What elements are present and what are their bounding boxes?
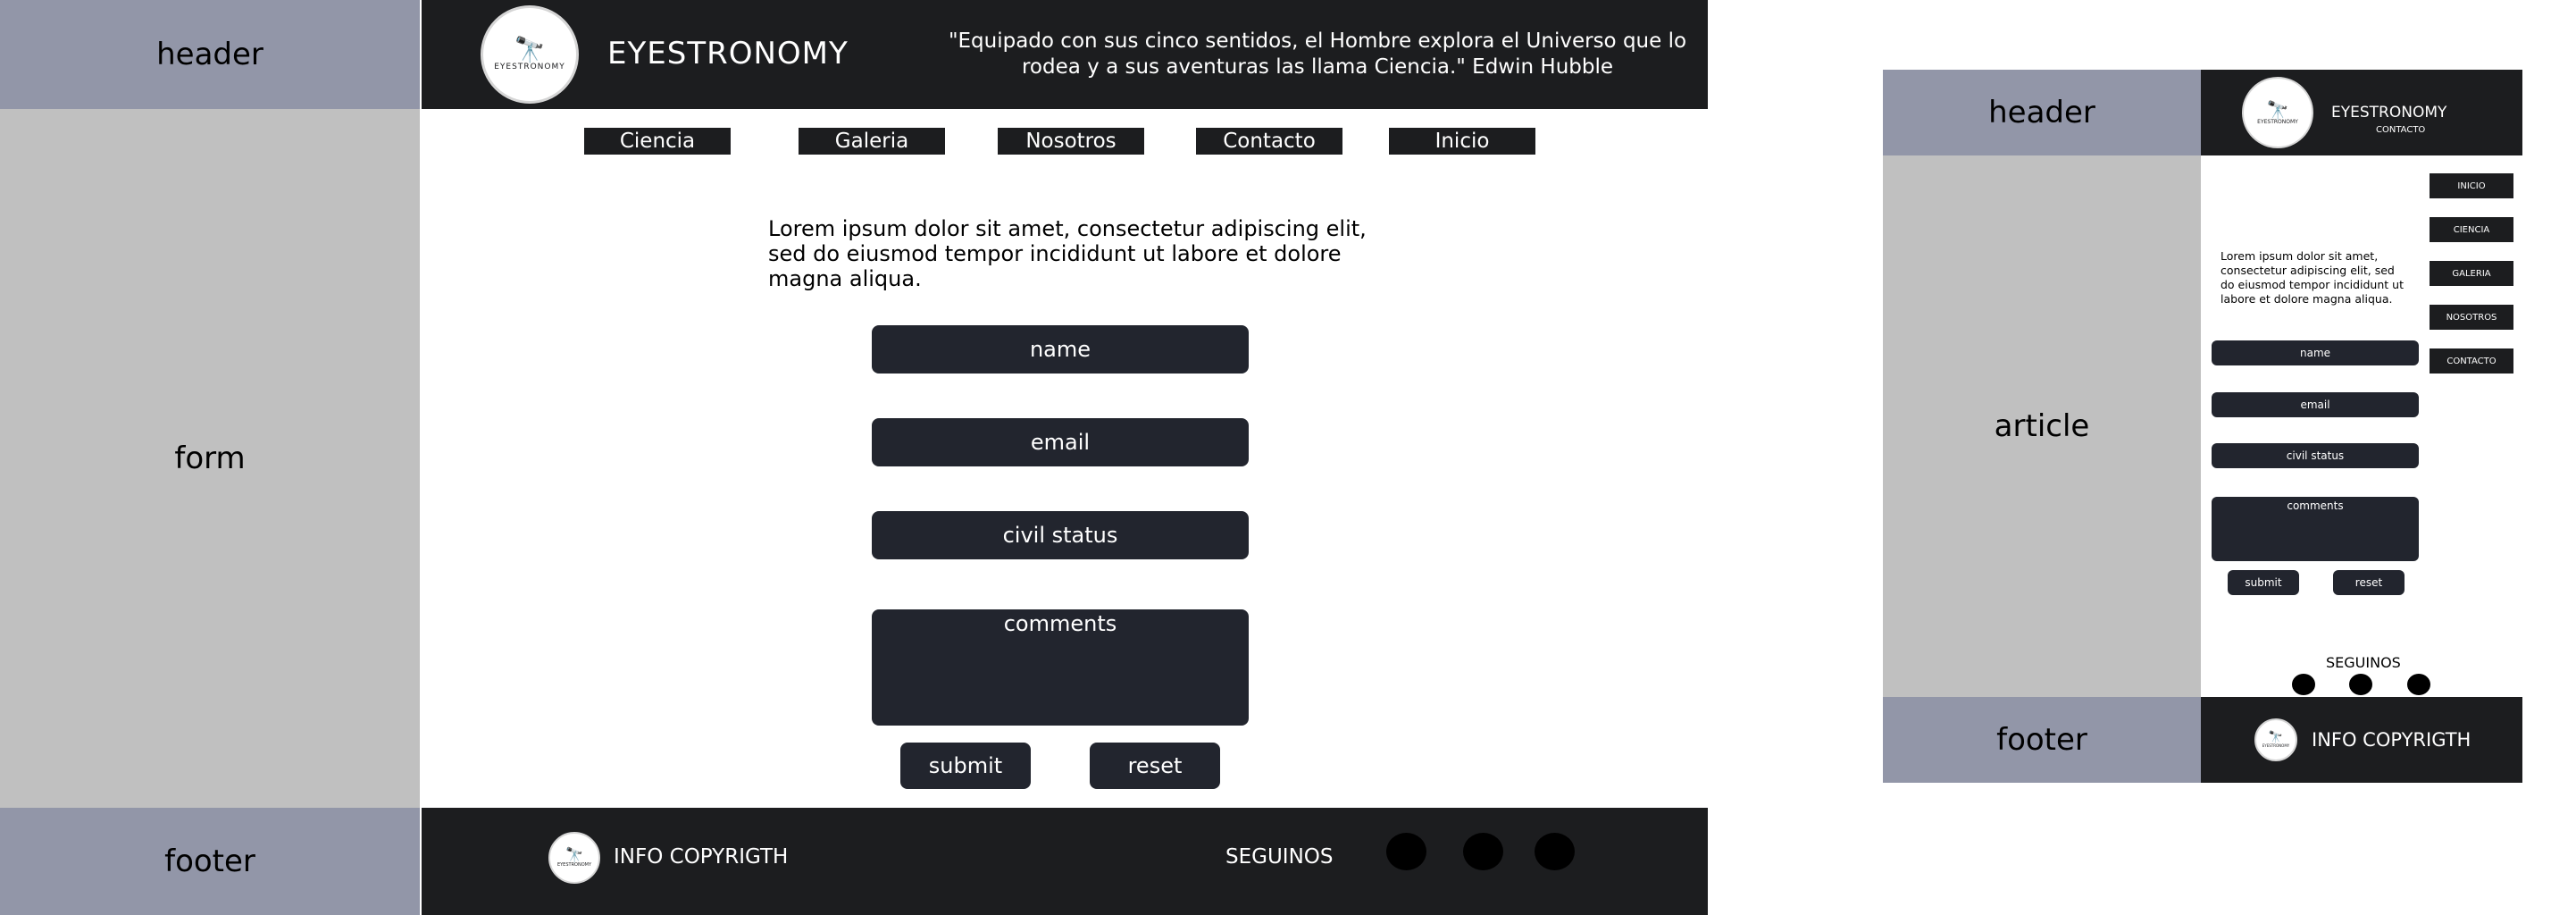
button-label: submit	[928, 753, 1003, 778]
desktop-footer: 🔭 EYESTRONOMY INFO COPYRIGTH SEGUINOS	[422, 808, 1708, 915]
telescope-icon: 🔭	[2268, 731, 2284, 744]
field-label: comments	[2287, 499, 2344, 512]
desktop-intro-text: Lorem ipsum dolor sit amet, consectetur …	[768, 216, 1367, 291]
mobile-footer-label-box: footer	[1883, 697, 2201, 783]
nav-label: Inicio	[1434, 130, 1490, 153]
field-label: name	[2299, 347, 2331, 359]
mobile-comments-field[interactable]: comments	[2212, 497, 2419, 561]
nav-label: CONTACTO	[2446, 356, 2497, 366]
mobile-site-title: EYESTRONOMY	[2331, 104, 2447, 122]
desktop-footer-label-box: footer	[0, 808, 420, 915]
mobile-nav-contacto[interactable]: CONTACTO	[2430, 348, 2513, 374]
mobile-logo-text: EYESTRONOMY	[2257, 118, 2298, 125]
field-label: civil status	[1002, 523, 1118, 548]
mobile-submit-button[interactable]: submit	[2228, 570, 2299, 595]
desktop-email-field[interactable]: email	[872, 418, 1249, 466]
desktop-footer-follow: SEGUINOS	[1225, 845, 1334, 869]
desktop-header-label: header	[156, 37, 263, 72]
desktop-nav-inicio[interactable]: Inicio	[1389, 128, 1535, 155]
mobile-header-label-box: header	[1883, 70, 2201, 155]
mobile-footer-info: INFO COPYRIGTH	[2312, 729, 2471, 751]
button-label: reset	[1127, 753, 1183, 778]
desktop-footer-label: footer	[164, 844, 255, 879]
mobile-nav-ciencia[interactable]: CIENCIA	[2430, 217, 2513, 242]
button-label: submit	[2245, 576, 2282, 589]
desktop-nav-ciencia[interactable]: Ciencia	[584, 128, 731, 155]
desktop-header-label-box: header	[0, 0, 420, 109]
footer-logo-text: EYESTRONOMY	[556, 862, 592, 868]
desktop-footer-logo[interactable]: 🔭 EYESTRONOMY	[548, 832, 600, 884]
social-icon-2[interactable]	[1463, 833, 1503, 870]
telescope-icon: 🔭	[565, 846, 583, 863]
desktop-civil-status-field[interactable]: civil status	[872, 511, 1249, 559]
mobile-civil-status-field[interactable]: civil status	[2212, 443, 2419, 468]
field-label: civil status	[2286, 449, 2345, 462]
mobile-footer-logo[interactable]: 🔭 EYESTRONOMY	[2254, 718, 2297, 761]
desktop-site-title: EYESTRONOMY	[607, 36, 849, 71]
desktop-nav-galeria[interactable]: Galeria	[799, 128, 945, 155]
field-label: comments	[1003, 611, 1117, 636]
social-icon-2[interactable]	[2349, 674, 2372, 695]
social-icon-1[interactable]	[2292, 674, 2315, 695]
mobile-footer: 🔭 EYESTRONOMY INFO COPYRIGTH	[2201, 697, 2522, 783]
social-icon-3[interactable]	[1535, 833, 1575, 870]
mobile-nav-nosotros[interactable]: NOSOTROS	[2430, 305, 2513, 330]
telescope-icon: 🔭	[514, 35, 546, 64]
mobile-nav-inicio[interactable]: INICIO	[2430, 173, 2513, 198]
field-label: email	[1030, 430, 1091, 455]
nav-label: CIENCIA	[2453, 224, 2490, 235]
mobile-article-label-box: article	[1883, 155, 2201, 697]
desktop-form-label: form	[174, 441, 246, 476]
desktop-nav-nosotros[interactable]: Nosotros	[998, 128, 1144, 155]
nav-label: NOSOTROS	[2446, 312, 2497, 323]
mobile-page-subtitle: CONTACTO	[2376, 125, 2426, 135]
field-label: name	[1029, 337, 1091, 362]
social-icon-3[interactable]	[2407, 674, 2430, 695]
desktop-submit-button[interactable]: submit	[900, 743, 1031, 789]
desktop-comments-field[interactable]: comments	[872, 609, 1249, 726]
mobile-header: 🔭 EYESTRONOMY EYESTRONOMY CONTACTO	[2201, 70, 2522, 155]
nav-label: Contacto	[1223, 130, 1316, 153]
footer-logo-text: EYESTRONOMY	[2262, 743, 2290, 748]
nav-label: Ciencia	[619, 130, 696, 153]
social-icon-1[interactable]	[1386, 833, 1426, 870]
mobile-reset-button[interactable]: reset	[2333, 570, 2405, 595]
mobile-nav-galeria[interactable]: GALERIA	[2430, 261, 2513, 286]
desktop-header: 🔭 EYESTRONOMY EYESTRONOMY "Equipado con …	[422, 0, 1708, 109]
nav-label: Galeria	[834, 130, 909, 153]
mobile-logo[interactable]: 🔭 EYESTRONOMY	[2242, 77, 2313, 148]
mobile-article-label: article	[1994, 408, 2090, 444]
mobile-intro-text: Lorem ipsum dolor sit amet, consectetur …	[2221, 249, 2404, 306]
nav-label: GALERIA	[2452, 268, 2491, 279]
desktop-name-field[interactable]: name	[872, 325, 1249, 374]
telescope-icon: 🔭	[2266, 98, 2289, 121]
desktop-reset-button[interactable]: reset	[1090, 743, 1220, 789]
desktop-quote: "Equipado con sus cinco sentidos, el Hom…	[948, 29, 1687, 79]
field-label: email	[2300, 399, 2330, 411]
mobile-email-field[interactable]: email	[2212, 392, 2419, 417]
nav-label: INICIO	[2457, 180, 2486, 191]
button-label: reset	[2354, 576, 2383, 589]
nav-label: Nosotros	[1025, 130, 1117, 153]
mobile-header-label: header	[1988, 95, 2095, 130]
mobile-name-field[interactable]: name	[2212, 340, 2419, 365]
mobile-footer-label: footer	[1996, 722, 2087, 758]
desktop-logo-text: EYESTRONOMY	[494, 63, 565, 71]
desktop-nav-contacto[interactable]: Contacto	[1196, 128, 1342, 155]
desktop-form-label-box: form	[0, 109, 420, 808]
mobile-follow-label: SEGUINOS	[2326, 654, 2401, 671]
desktop-logo[interactable]: 🔭 EYESTRONOMY	[481, 5, 579, 104]
desktop-footer-info: INFO COPYRIGTH	[614, 845, 789, 869]
